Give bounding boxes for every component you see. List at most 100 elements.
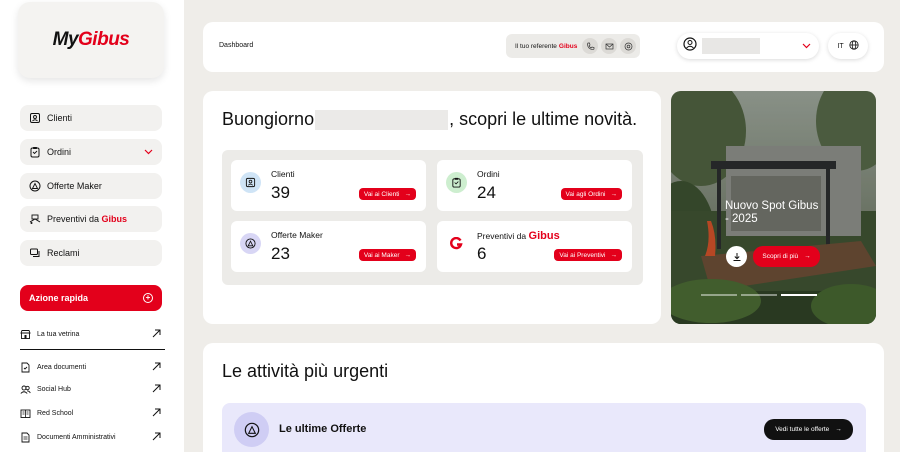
stat-card-offerte-maker: Offerte Maker 23 Vai ai Maker → [231, 221, 426, 272]
arrow-right-icon: → [610, 190, 618, 198]
welcome-card: Buongiorno , scopri le ultime novità. Cl… [203, 91, 661, 324]
goto-preventivi-button[interactable]: Vai ai Preventivi → [554, 249, 622, 261]
sidebar-link-vetrina[interactable]: La tua vetrina [20, 324, 162, 344]
quick-action-button[interactable]: Azione rapida + [20, 285, 162, 311]
clipboard-icon [446, 172, 467, 193]
stat-card-ordini: Ordini 24 Vai agli Ordini → [437, 160, 632, 211]
user-name-redacted [315, 109, 449, 130]
at-sign-icon[interactable] [620, 38, 636, 54]
carousel-dot[interactable] [701, 294, 737, 296]
greeting-suffix: , scopri le ultime novità. [449, 109, 638, 129]
download-icon[interactable] [726, 246, 747, 267]
stat-label: Preventivi da Gibus [477, 230, 560, 242]
section-title: Le attività più urgenti [222, 361, 389, 381]
sidebar-link-label: La tua vetrina [37, 330, 80, 338]
stat-label: Offerte Maker [271, 230, 323, 240]
stat-card-preventivi: Preventivi da Gibus 6 Vai ai Preventivi → [437, 221, 632, 272]
user-menu[interactable] [677, 33, 819, 59]
maker-icon [240, 233, 261, 254]
sidebar-link-label: Area documenti [37, 363, 87, 371]
stat-value: 23 [271, 244, 290, 263]
sidebar-item-label: Reclami [47, 248, 80, 258]
goto-clienti-button[interactable]: Vai ai Clienti → [358, 188, 416, 200]
sidebar-item-ordini[interactable]: Ordini [20, 139, 162, 165]
logo-card[interactable]: MyGibus [18, 2, 164, 78]
arrow-up-right-icon [152, 329, 162, 339]
referent-contacts [582, 38, 640, 54]
greeting: Buongiorno , scopri le ultime novità. [222, 109, 637, 130]
globe-icon [849, 40, 859, 52]
language-label: IT [837, 42, 844, 50]
storefront-icon [20, 329, 31, 340]
phone-icon[interactable] [582, 38, 598, 54]
people-icon [20, 384, 31, 395]
sidebar-link-area-documenti[interactable]: Area documenti [20, 357, 162, 377]
stat-value: 24 [477, 183, 496, 202]
chat-icon [29, 247, 41, 259]
sidebar-link-social-hub[interactable]: Social Hub [20, 379, 162, 399]
discover-more-button[interactable]: Scopri di più → [753, 246, 820, 267]
arrow-right-icon: → [404, 190, 412, 198]
arrow-right-icon: → [835, 426, 842, 433]
greeting-prefix: Buongiorno [222, 109, 315, 129]
carousel-indicator [701, 294, 817, 296]
logo-my-text: My [52, 29, 79, 50]
blueprint-icon [29, 213, 41, 225]
arrow-up-right-icon [152, 362, 162, 372]
button-label: Vai ai Preventivi [559, 251, 606, 259]
referent-box: Il tuo referente Gibus [506, 34, 640, 58]
button-label: Vedi tutte le offerte [775, 426, 830, 433]
stat-label: Clienti [271, 169, 295, 179]
carousel-dot[interactable] [741, 294, 777, 296]
button-label: Vai ai Clienti [363, 190, 400, 198]
carousel-dot-active[interactable] [781, 294, 817, 296]
sidebar-link-label: Social Hub [37, 385, 71, 393]
contact-card-icon [29, 112, 41, 124]
sidebar-link-label: Documenti Amministrativi [37, 433, 116, 441]
sidebar-item-preventivi[interactable]: Preventivi da Gibus [20, 206, 162, 232]
urgent-activities: Le attività più urgenti Le ultime Offert… [203, 343, 884, 452]
button-label: Vai agli Ordini [565, 190, 606, 198]
stats-panel: Clienti 39 Vai ai Clienti → Ordini 24 Vai… [222, 150, 643, 285]
chevron-down-icon [802, 41, 811, 51]
button-label: Scopri di più [762, 253, 799, 260]
referent-label: Il tuo referente [515, 42, 557, 50]
sidebar-item-offerte-maker[interactable]: Offerte Maker [20, 173, 162, 199]
sidebar-link-label: Red School [37, 409, 74, 417]
language-selector[interactable]: IT [828, 33, 868, 59]
contact-card-icon [240, 172, 261, 193]
button-label: Vai ai Maker [363, 251, 400, 259]
stat-label-brand: Gibus [528, 230, 560, 242]
view-all-offers-button[interactable]: Vedi tutte le offerte → [764, 419, 853, 440]
stat-card-clienti: Clienti 39 Vai ai Clienti → [231, 160, 426, 211]
stat-value: 39 [271, 183, 290, 202]
sidebar-link-documenti-amministrativi[interactable]: Documenti Amministrativi [20, 427, 162, 447]
arrow-up-right-icon [152, 408, 162, 418]
sidebar-item-label: Ordini [47, 147, 72, 157]
breadcrumb[interactable]: Dashboard [219, 42, 253, 49]
admin-document-icon [20, 432, 31, 443]
user-avatar-icon [683, 36, 697, 56]
mygibus-logo: MyGibus [53, 29, 130, 51]
sidebar-divider [20, 349, 165, 350]
mail-icon[interactable] [601, 38, 617, 54]
referent-brand: Gibus [558, 42, 578, 50]
arrow-right-icon: → [804, 253, 811, 260]
arrow-up-right-icon [152, 432, 162, 442]
sidebar-link-red-school[interactable]: Red School [20, 403, 162, 423]
book-icon [20, 408, 31, 419]
sidebar-item-label: Offerte Maker [47, 181, 102, 191]
stat-label: Ordini [477, 169, 500, 179]
user-name-redacted [702, 38, 760, 54]
goto-maker-button[interactable]: Vai ai Maker → [358, 249, 416, 261]
chevron-down-icon[interactable] [144, 147, 153, 158]
sidebar-item-label: Clienti [47, 113, 73, 123]
sidebar-item-clienti[interactable]: Clienti [20, 105, 162, 131]
arrow-right-icon: → [610, 251, 618, 259]
clipboard-icon [29, 146, 41, 158]
arrow-up-right-icon [152, 384, 162, 394]
goto-ordini-button[interactable]: Vai agli Ordini → [560, 188, 622, 200]
stat-value: 6 [477, 244, 487, 263]
maker-icon [234, 412, 269, 447]
sidebar-item-reclami[interactable]: Reclami [20, 240, 162, 266]
